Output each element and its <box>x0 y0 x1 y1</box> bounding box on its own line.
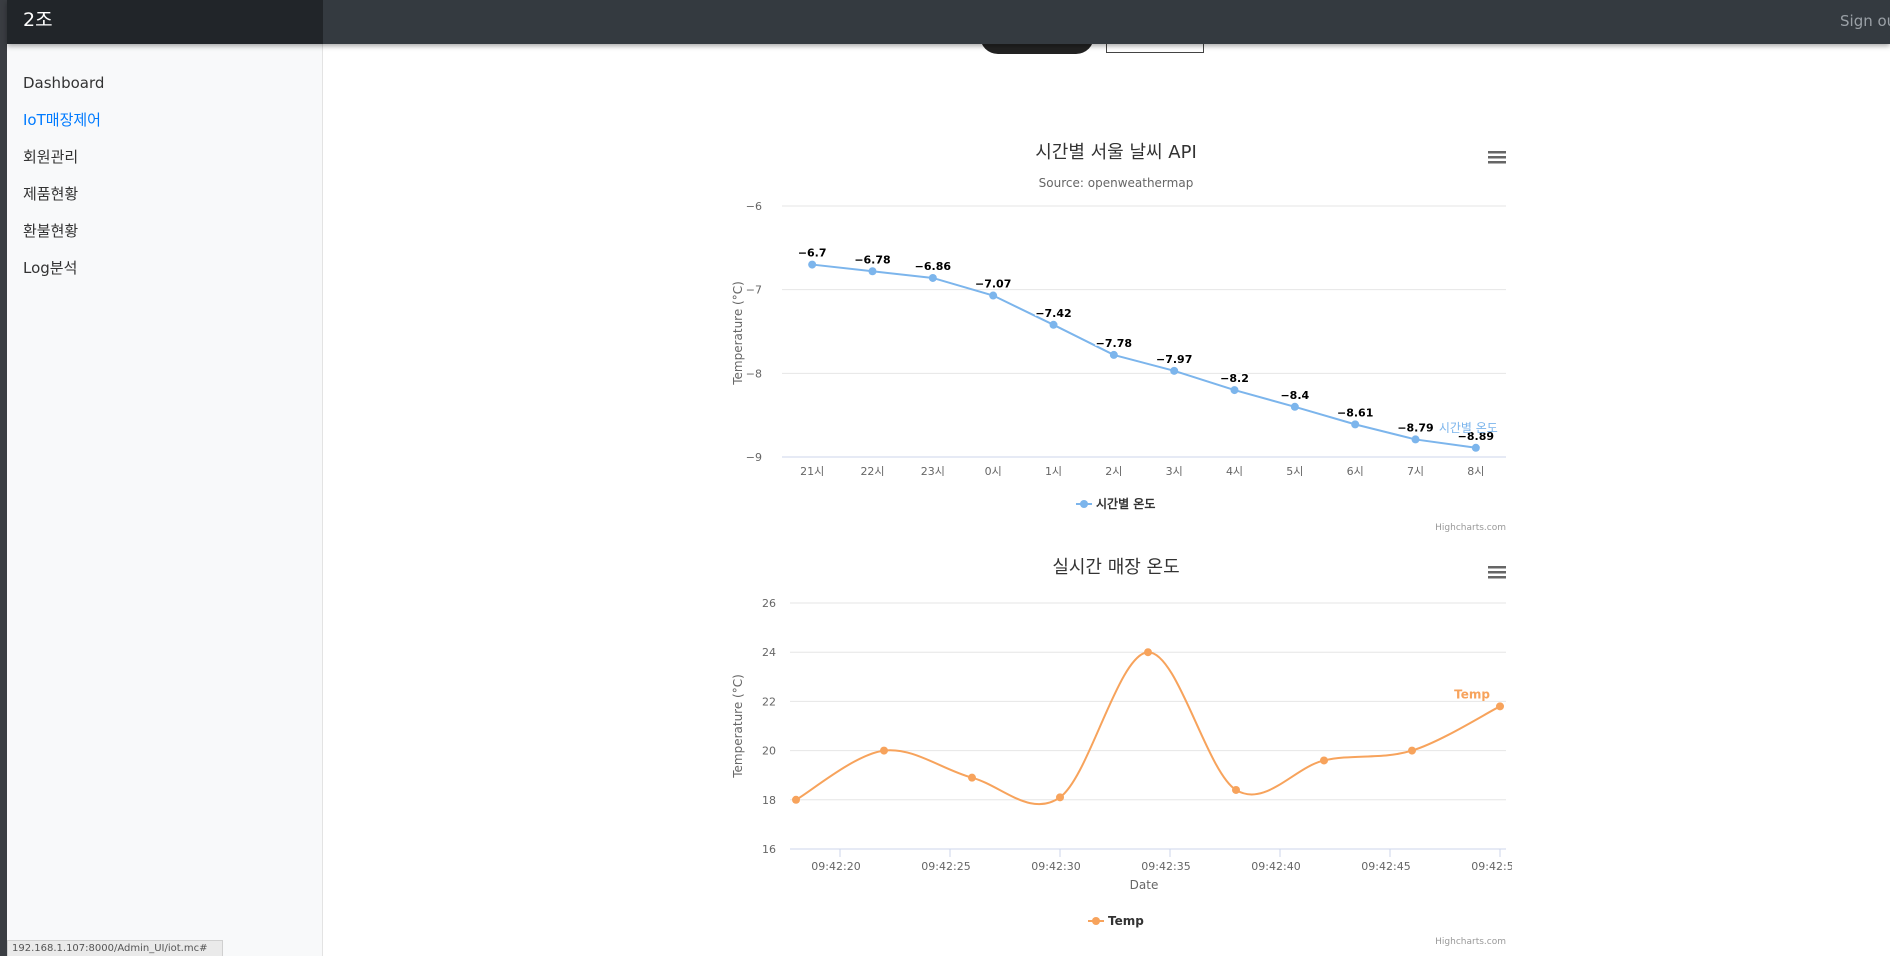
credits-link[interactable]: Highcharts.com <box>1435 523 1506 533</box>
data-point[interactable] <box>1049 320 1058 329</box>
y-tick-label: −7 <box>746 284 762 297</box>
series-end-label: Temp <box>1454 687 1490 701</box>
sign-out-link[interactable]: Sign out <box>1840 0 1890 44</box>
data-point[interactable] <box>868 267 877 276</box>
x-tick-label: 2시 <box>1105 465 1122 478</box>
y-axis-title: Temperature (°C) <box>731 281 745 386</box>
y-tick-label: 18 <box>762 794 776 807</box>
data-point[interactable] <box>989 291 998 300</box>
sidebar-item-product-status[interactable]: 제품현황 <box>7 178 322 215</box>
top-navbar: 2조 Sign out <box>7 0 1890 44</box>
realtime-store-temp-chart: 실시간 매장 온도 16 18 20 22 24 26 09:42:20 09:42:25 0… <box>731 557 1512 947</box>
data-point[interactable] <box>1230 386 1239 395</box>
data-point[interactable] <box>1408 746 1416 755</box>
data-label: −7.97 <box>1156 353 1192 366</box>
credits-link[interactable]: Highcharts.com <box>1435 937 1506 947</box>
series-line[interactable] <box>795 651 1501 806</box>
data-label: −7.78 <box>1096 337 1132 350</box>
sidebar: Dashboard IoT매장제어 회원관리 제품현황 환불현황 Log분석 <box>7 44 323 956</box>
sidebar-item-dashboard[interactable]: Dashboard <box>7 67 322 104</box>
data-label: −8.2 <box>1220 372 1249 385</box>
data-point[interactable] <box>1170 366 1179 375</box>
y-tick-label: 24 <box>762 646 776 659</box>
data-point[interactable] <box>1411 435 1420 444</box>
y-tick-label: 26 <box>762 597 776 610</box>
legend-label: 시간별 온도 <box>1096 496 1155 511</box>
y-tick-label: 16 <box>762 843 776 856</box>
legend-item[interactable]: Temp <box>1088 914 1144 928</box>
data-label: −8.79 <box>1397 421 1433 434</box>
data-label: −6.86 <box>915 260 952 273</box>
browser-status-url: 192.168.1.107:8000/Admin_UI/iot.mc# <box>7 940 223 956</box>
x-tick-label: 09:42:30 <box>1031 860 1080 873</box>
data-point[interactable] <box>1496 702 1504 711</box>
sidebar-item-member-management[interactable]: 회원관리 <box>7 141 322 178</box>
x-tick-label: 21시 <box>800 465 824 478</box>
x-tick-label: 09:42:45 <box>1361 860 1410 873</box>
data-label: −7.07 <box>975 278 1011 291</box>
x-tick-label: 0시 <box>985 465 1002 478</box>
legend-item[interactable]: 시간별 온도 <box>1076 496 1155 511</box>
sidebar-nav: Dashboard IoT매장제어 회원관리 제품현황 환불현황 Log분석 <box>7 44 322 289</box>
x-tick-label: 1시 <box>1045 465 1062 478</box>
x-tick-label: 09:42:25 <box>921 860 970 873</box>
hourly-weather-chart: 시간별 서울 날씨 API Source: openweathermap −6 −… <box>731 142 1506 533</box>
x-tick-label: 22시 <box>860 465 884 478</box>
x-tick-label: 09:42:20 <box>811 860 860 873</box>
data-point[interactable] <box>1109 350 1118 359</box>
y-tick-label: 20 <box>762 745 776 758</box>
x-axis-title: Date <box>1130 878 1159 892</box>
data-point[interactable] <box>880 746 888 755</box>
chart-title: 시간별 서울 날씨 API <box>1035 142 1197 163</box>
data-point[interactable] <box>968 773 976 782</box>
context-menu-button[interactable] <box>1488 149 1506 165</box>
data-label: −6.78 <box>854 253 890 266</box>
x-tick-label: 4시 <box>1226 465 1243 478</box>
chart-subtitle: Source: openweathermap <box>1039 176 1194 190</box>
sidebar-item-refund-status[interactable]: 환불현황 <box>7 215 322 252</box>
x-tick-label: 7시 <box>1407 465 1424 478</box>
y-tick-label: −9 <box>746 451 762 464</box>
x-tick-label: 8시 <box>1467 465 1484 478</box>
data-point[interactable] <box>1232 785 1240 794</box>
series-end-label: 시간별 온도 <box>1439 421 1498 435</box>
data-label: −8.4 <box>1280 389 1309 402</box>
data-point[interactable] <box>1056 793 1064 802</box>
data-point[interactable] <box>928 273 937 282</box>
data-point[interactable] <box>792 795 800 804</box>
x-tick-label: 09:42:35 <box>1141 860 1190 873</box>
legend-label: Temp <box>1108 914 1144 928</box>
x-tick-label: 09:42:40 <box>1251 860 1300 873</box>
y-axis-title: Temperature (°C) <box>731 674 745 779</box>
y-tick-label: −8 <box>746 367 762 380</box>
x-tick-label: 23시 <box>921 465 945 478</box>
chart-title: 실시간 매장 온도 <box>1052 557 1179 578</box>
data-point[interactable] <box>1144 648 1152 657</box>
y-tick-label: −6 <box>746 200 762 213</box>
data-point[interactable] <box>808 260 817 269</box>
x-tick-label: 6시 <box>1347 465 1364 478</box>
x-tick-label: 5시 <box>1286 465 1303 478</box>
sidebar-item-iot-store-control[interactable]: IoT매장제어 <box>7 104 322 141</box>
data-label: −6.7 <box>798 247 827 260</box>
data-label: −7.42 <box>1035 307 1071 320</box>
series-line[interactable] <box>812 263 1476 449</box>
window-edge <box>0 0 7 956</box>
x-tick-label: 3시 <box>1166 465 1183 478</box>
context-menu-button[interactable] <box>1488 564 1506 580</box>
data-label: −8.61 <box>1337 406 1373 419</box>
x-tick-label: 09:42:50 <box>1471 860 1512 873</box>
data-point[interactable] <box>1290 402 1299 411</box>
data-point[interactable] <box>1351 420 1360 429</box>
sidebar-item-log-analysis[interactable]: Log분석 <box>7 252 322 289</box>
data-point[interactable] <box>1471 443 1480 452</box>
y-tick-label: 22 <box>762 695 776 708</box>
brand-title[interactable]: 2조 <box>7 0 323 44</box>
data-point[interactable] <box>1320 756 1328 765</box>
